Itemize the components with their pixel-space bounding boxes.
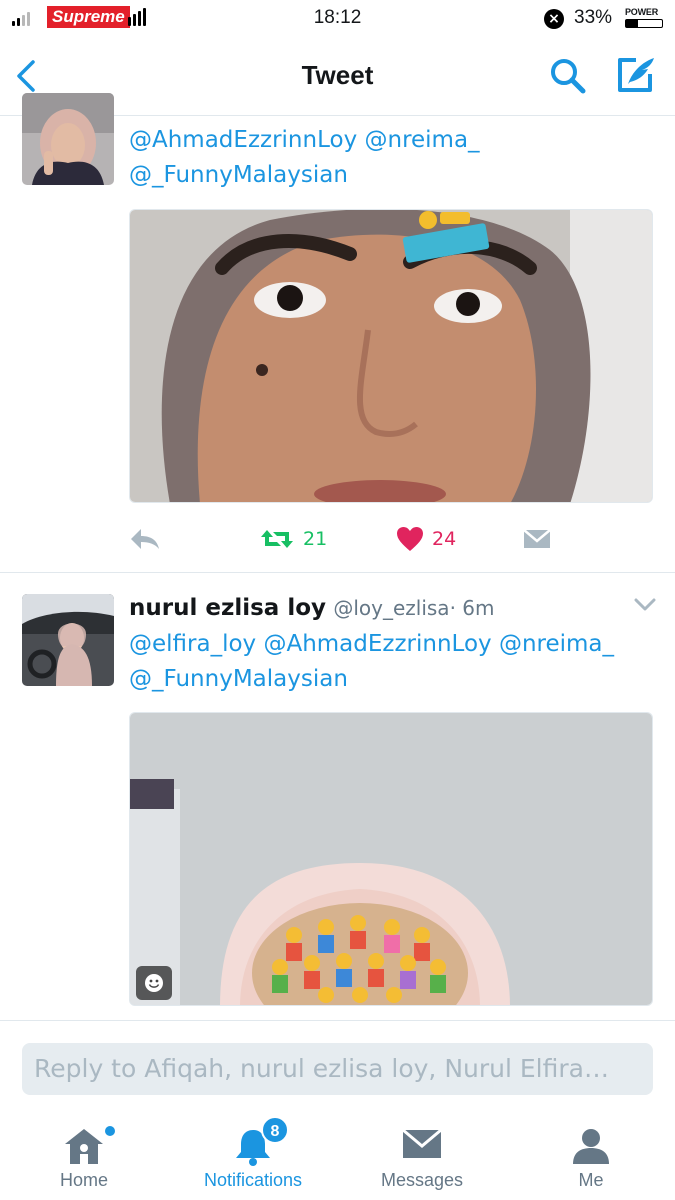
display-name[interactable]: nurul ezlisa loy: [129, 595, 326, 621]
compose-icon: [618, 58, 654, 92]
direct-message-button[interactable]: [522, 519, 552, 559]
tab-label: Me: [578, 1170, 604, 1190]
tweet-text-line: @AhmadEzzrinnLoy @nreima_: [129, 123, 480, 157]
search-button[interactable]: [548, 56, 588, 96]
photo-selfie: [130, 210, 652, 502]
battery-fill: [626, 20, 638, 27]
mentions[interactable]: @AhmadEzzrinnLoy @nreima_: [129, 127, 480, 153]
status-bar: Supreme 18:12 × 33% POWER: [0, 0, 675, 38]
tab-label: Notifications: [203, 1170, 303, 1190]
envelope-icon: [402, 1128, 442, 1158]
tweet[interactable]: @AhmadEzzrinnLoy @nreima_ @_FunnyMalaysi…: [0, 93, 675, 573]
tweet-photo[interactable]: [129, 209, 653, 503]
tab-label: Messages: [380, 1170, 464, 1190]
battery-label: POWER: [625, 7, 659, 17]
compose-tweet-button[interactable]: [614, 54, 658, 96]
sticker-badge[interactable]: [136, 966, 172, 1000]
tweet-timestamp: · 6m: [449, 596, 495, 620]
photo-emoji-face: [130, 713, 652, 1005]
reply-input[interactable]: Reply to Afiqah, nurul ezlisa loy, Nurul…: [22, 1043, 653, 1095]
avatar-photo: [22, 93, 114, 185]
tweet-text-line: @elfira_loy @AhmadEzzrinnLoy @nreima_: [129, 627, 614, 661]
chevron-down-icon[interactable]: [634, 598, 656, 612]
tab-notifications[interactable]: 8 Notifications: [169, 1110, 337, 1200]
reply-button[interactable]: [129, 519, 161, 559]
mention[interactable]: @_FunnyMalaysian: [129, 162, 348, 188]
tweet[interactable]: nurul ezlisa loy @loy_ezlisa· 6m @elfira…: [0, 574, 675, 1020]
tweet-header: nurul ezlisa loy @loy_ezlisa· 6m: [129, 591, 494, 625]
tab-me[interactable]: Me: [507, 1110, 675, 1200]
retweet-count: 21: [303, 528, 328, 550]
tab-label: Home: [59, 1170, 108, 1190]
tweet-text-line: @_FunnyMalaysian: [129, 662, 348, 696]
search-icon: [551, 59, 586, 94]
person-icon: [573, 1129, 609, 1164]
tab-home[interactable]: Home: [0, 1110, 168, 1200]
mentions[interactable]: @elfira_loy @AhmadEzzrinnLoy @nreima_: [129, 631, 614, 657]
tweet-detail-screen: Supreme 18:12 × 33% POWER Tweet @AhmadEz…: [0, 0, 675, 1200]
notification-badge: 8: [261, 1116, 289, 1144]
reply-bar: Reply to Afiqah, nurul ezlisa loy, Nurul…: [0, 1020, 675, 1110]
tab-messages[interactable]: Messages: [338, 1110, 506, 1200]
battery-percent: 33%: [574, 7, 613, 28]
tweet-actions: 21 24: [129, 519, 653, 559]
retweet-icon: [261, 530, 293, 548]
heart-icon: [397, 527, 423, 551]
tweet-photo[interactable]: [129, 712, 653, 1006]
tweet-text-line: @_FunnyMalaysian: [129, 158, 348, 192]
reply-icon: [131, 529, 159, 549]
close-circle-icon: ×: [544, 9, 564, 29]
username-handle[interactable]: @loy_ezlisa: [333, 596, 449, 620]
home-icon: [65, 1129, 103, 1164]
avatar[interactable]: [22, 594, 114, 686]
like-count: 24: [432, 528, 457, 550]
envelope-icon: [523, 529, 551, 548]
retweet-button[interactable]: 21: [259, 519, 327, 559]
new-content-dot: [105, 1126, 115, 1136]
tab-bar: Home 8 Notifications Messages Me: [0, 1110, 675, 1200]
smiley-face-icon: [145, 974, 163, 992]
like-button[interactable]: 24: [396, 519, 456, 559]
avatar-photo: [22, 594, 114, 686]
mention[interactable]: @_FunnyMalaysian: [129, 666, 348, 692]
avatar[interactable]: [22, 93, 114, 185]
battery-icon: [625, 19, 663, 28]
